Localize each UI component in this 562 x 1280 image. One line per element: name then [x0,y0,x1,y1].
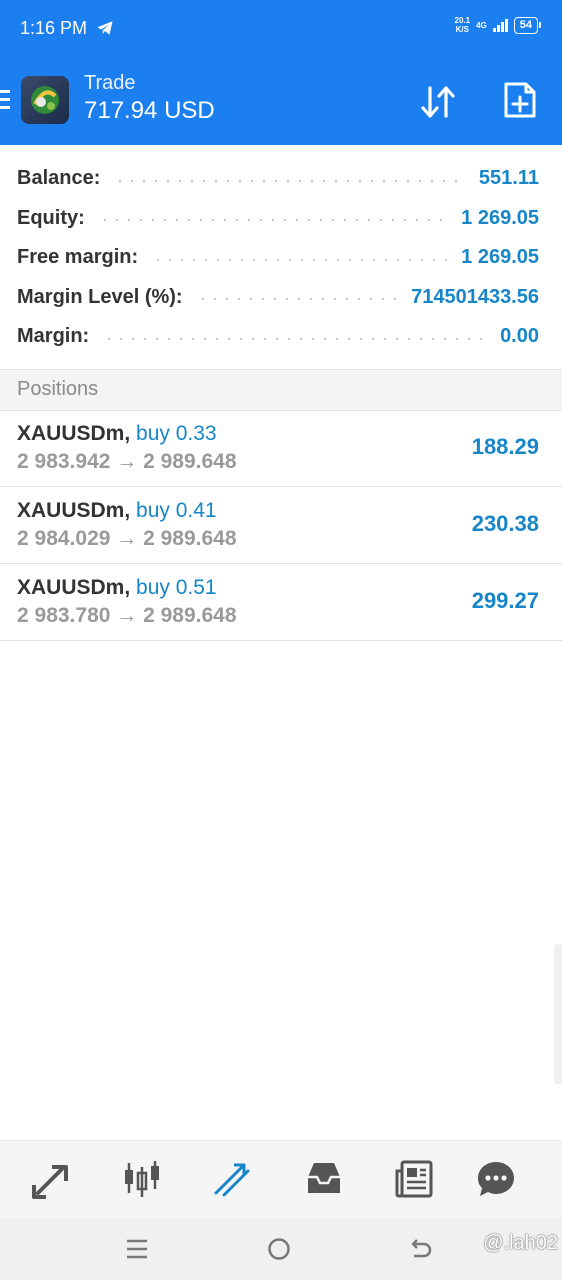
account-summary: Balance: 551.11 Equity: 1 269.05 Free ma… [0,159,562,357]
summary-label: Margin Level (%): [17,285,183,308]
trade-icon[interactable] [212,1159,252,1199]
position-symbol: XAUUSDm, [17,576,131,599]
summary-label: Balance: [17,167,101,190]
page-title: Trade [84,72,136,94]
summary-value: 1 269.05 [461,206,539,229]
signal-icon [492,18,508,32]
summary-label: Margin: [17,325,90,348]
network-type: 4G [476,20,487,30]
summary-row-balance: Balance: 551.11 [0,159,562,199]
recent-apps-icon[interactable] [124,1236,150,1262]
summary-row-margin: Margin: 0.00 [0,317,562,357]
header-balance: 717.94 USD [84,97,215,124]
summary-value: 0.00 [500,325,539,348]
position-title: XAUUSDm, buy 0.41 [17,499,217,523]
status-time: 1:16 PM [20,18,88,38]
toolbar: Trade 717.94 USD [0,58,562,145]
app-root: 1:16 PM 20.1 K/S 4G 54 Trade 717.94 USD … [0,0,562,1280]
position-symbol: XAUUSDm, [17,499,131,522]
dotted-leader [152,258,448,261]
position-symbol: XAUUSDm, [17,422,131,445]
position-prices: 2 983.942 → 2 989.648 [17,450,237,473]
dotted-leader [103,337,487,340]
position-side: buy 0.41 [136,499,217,522]
position-profit: 188.29 [471,434,539,459]
summary-value: 551.11 [478,167,539,190]
position-row[interactable]: XAUUSDm, buy 0.33 2 983.942 → 2 989.648 … [0,410,562,487]
title-block: Trade 717.94 USD [84,72,215,125]
app-logo-icon [21,76,69,124]
section-title: Positions [17,378,99,400]
position-title: XAUUSDm, buy 0.33 [17,422,217,446]
battery-icon: 54 [513,16,542,34]
sort-icon[interactable] [418,82,458,122]
status-bar: 1:16 PM 20.1 K/S 4G 54 [0,0,562,58]
position-profit: 230.38 [471,511,539,536]
summary-label: Equity: [17,206,85,229]
positions-header: Positions [0,369,562,411]
summary-value: 1 269.05 [461,246,539,269]
telegram-icon [97,21,113,35]
system-navigation: @.lah02 [0,1218,562,1280]
network-speed: 20.1 K/S [455,16,471,34]
position-side: buy 0.51 [136,576,217,599]
position-title: XAUUSDm, buy 0.51 [17,576,217,600]
dotted-leader [98,219,448,222]
scroll-handle[interactable] [554,944,562,1084]
positions-list: XAUUSDm, buy 0.33 2 983.942 → 2 989.648 … [0,410,562,641]
summary-row-equity: Equity: 1 269.05 [0,199,562,239]
header-bar: 1:16 PM 20.1 K/S 4G 54 Trade 717.94 USD [0,0,562,145]
summary-label: Free margin: [17,246,139,269]
messages-icon[interactable] [476,1159,516,1199]
summary-value: 714501433.56 [411,285,539,308]
position-prices: 2 983.780 → 2 989.648 [17,604,237,627]
dotted-leader [114,179,465,182]
net-speed-value: 20.1 [454,16,471,25]
back-icon[interactable] [408,1236,434,1262]
position-prices: 2 984.029 → 2 989.648 [17,527,237,550]
summary-row-margin-level: Margin Level (%): 714501433.56 [0,278,562,318]
position-row[interactable]: XAUUSDm, buy 0.51 2 983.780 → 2 989.648 … [0,564,562,641]
chart-icon[interactable] [122,1159,162,1199]
position-profit: 299.27 [471,588,539,613]
position-row[interactable]: XAUUSDm, buy 0.41 2 984.029 → 2 989.648 … [0,487,562,564]
news-icon[interactable] [394,1159,434,1199]
summary-row-free-margin: Free margin: 1 269.05 [0,238,562,278]
net-speed-unit: K/S [455,25,469,34]
position-side: buy 0.33 [136,422,217,445]
dotted-leader [196,298,398,301]
status-indicators: 20.1 K/S 4G 54 [455,16,542,34]
home-icon[interactable] [266,1236,292,1262]
quotes-icon[interactable] [32,1159,72,1199]
watermark: @.lah02 [483,1232,558,1254]
history-icon[interactable] [304,1159,344,1199]
menu-icon[interactable] [0,90,10,110]
new-order-icon[interactable] [502,80,538,120]
bottom-navigation [0,1140,562,1219]
